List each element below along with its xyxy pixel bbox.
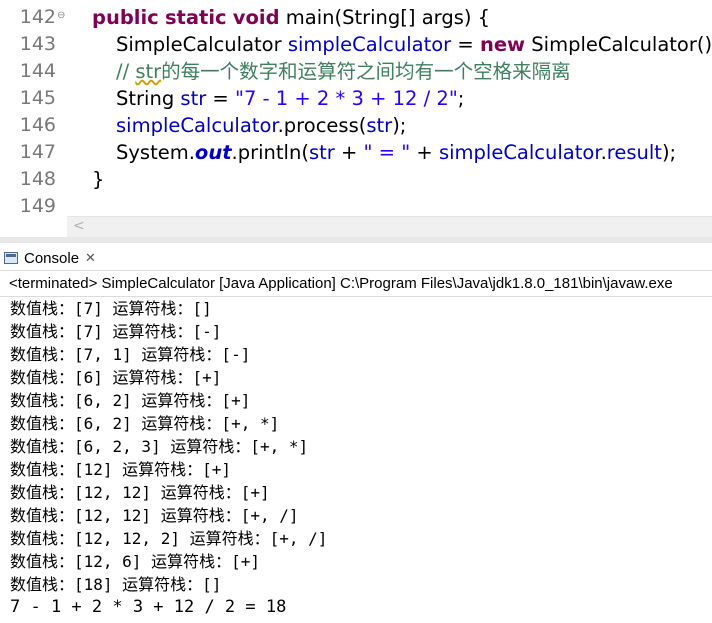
- output-line: 数值栈：[12] 运算符栈：[+]: [10, 460, 232, 479]
- field-ref: simpleCalculator: [116, 114, 278, 137]
- code-line-148: }: [92, 168, 105, 191]
- code-area[interactable]: public static void main(String[] args) {…: [67, 0, 712, 216]
- line-number: 149: [19, 195, 56, 217]
- code-line-143: SimpleCalculator simpleCalculator = new …: [116, 31, 712, 58]
- code-text: System.: [116, 141, 195, 164]
- output-line: 数值栈：[12, 6] 运算符栈：[+]: [10, 552, 260, 571]
- console-tab-label: Console: [24, 249, 80, 267]
- code-text: =: [451, 33, 480, 56]
- output-line: 数值栈：[12, 12, 2] 运算符栈：[+, /]: [10, 529, 328, 548]
- line-number: 146: [19, 114, 56, 136]
- output-line: 数值栈：[7, 1] 运算符栈：[-]: [10, 345, 251, 364]
- output-line: 数值栈：[7] 运算符栈：[-]: [10, 322, 222, 341]
- comment-text: //: [116, 60, 136, 83]
- line-number: 147: [19, 141, 56, 163]
- static-field-ref: out: [194, 141, 232, 164]
- output-line: 数值栈：[6, 2] 运算符栈：[+]: [10, 391, 251, 410]
- code-text: String: [116, 87, 181, 110]
- output-line: 数值栈：[12, 12] 运算符栈：[+]: [10, 483, 270, 502]
- keyword: new: [479, 33, 526, 56]
- output-result-line: 7 - 1 + 2 * 3 + 12 / 2 = 18: [10, 597, 287, 617]
- close-icon[interactable]: ✕: [85, 251, 96, 266]
- line-number: 145: [19, 87, 56, 109]
- horizontal-scrollbar[interactable]: <: [67, 216, 712, 237]
- field-ref: str: [366, 114, 393, 137]
- line-number: 143: [19, 33, 56, 55]
- fold-collapse-icon[interactable]: ⊖: [57, 11, 65, 21]
- code-text: );: [392, 114, 407, 137]
- keyword: static: [164, 6, 227, 29]
- code-text: main(String[] args) {: [279, 6, 491, 29]
- output-line: 数值栈：[6, 2] 运算符栈：[+, *]: [10, 414, 280, 433]
- code-text: =: [206, 87, 235, 110]
- comment-text: 的每一个数字和运算符之间均有一个空格来隔离: [161, 60, 571, 83]
- output-line: 数值栈：[6, 2, 3] 运算符栈：[+, *]: [10, 437, 309, 456]
- console-tab-bar: Console ✕: [0, 243, 712, 271]
- code-line-146: simpleCalculator.process(str);: [116, 112, 406, 139]
- code-text: SimpleCalculator();: [525, 33, 712, 56]
- code-line-145: String str = "7 - 1 + 2 * 3 + 12 / 2";: [116, 85, 464, 112]
- code-text: .println(: [231, 141, 309, 164]
- scroll-left-icon[interactable]: <: [73, 217, 85, 236]
- string-literal: "7 - 1 + 2 * 3 + 12 / 2": [234, 87, 458, 110]
- spellcheck-word: str: [135, 60, 162, 83]
- output-line: 数值栈：[12, 12] 运算符栈：[+, /]: [10, 506, 299, 525]
- code-editor[interactable]: 142 ⊖ 143 144 145 146 147 148 149 public…: [0, 0, 712, 237]
- console-status: <terminated> SimpleCalculator [Java Appl…: [9, 275, 673, 292]
- keyword: public: [92, 6, 159, 29]
- field-ref: simpleCalculator: [287, 33, 452, 56]
- line-number: 142: [19, 6, 56, 28]
- line-number: 144: [19, 60, 56, 82]
- output-line: 数值栈：[7] 运算符栈：[]: [10, 299, 212, 318]
- field-ref: str: [180, 87, 207, 110]
- keyword: void: [232, 6, 280, 29]
- code-text: +: [334, 141, 364, 164]
- line-number-gutter: 142 ⊖ 143 144 145 146 147 148 149: [0, 0, 67, 217]
- code-line-142: public static void main(String[] args) {: [92, 4, 490, 31]
- code-text: );: [661, 141, 677, 164]
- code-text: .process(: [277, 114, 367, 137]
- code-text: ;: [457, 87, 465, 110]
- console-icon: [4, 252, 18, 264]
- field-ref: result: [606, 141, 662, 164]
- code-text: +: [410, 141, 439, 164]
- code-line-144-comment: // str的每一个数字和运算符之间均有一个空格来隔离: [116, 58, 571, 85]
- tab-console[interactable]: Console ✕: [4, 246, 96, 270]
- line-number: 148: [19, 168, 56, 190]
- string-literal: " = ": [363, 141, 411, 164]
- output-line: 数值栈：[6] 运算符栈：[+]: [10, 368, 222, 387]
- field-ref: str: [308, 141, 335, 164]
- code-text: SimpleCalculator: [116, 33, 288, 56]
- field-ref: simpleCalculator: [438, 141, 601, 164]
- code-line-147: System.out.println(str + " = " + simpleC…: [116, 139, 676, 166]
- output-line: 数值栈：[18] 运算符栈：[]: [10, 575, 222, 594]
